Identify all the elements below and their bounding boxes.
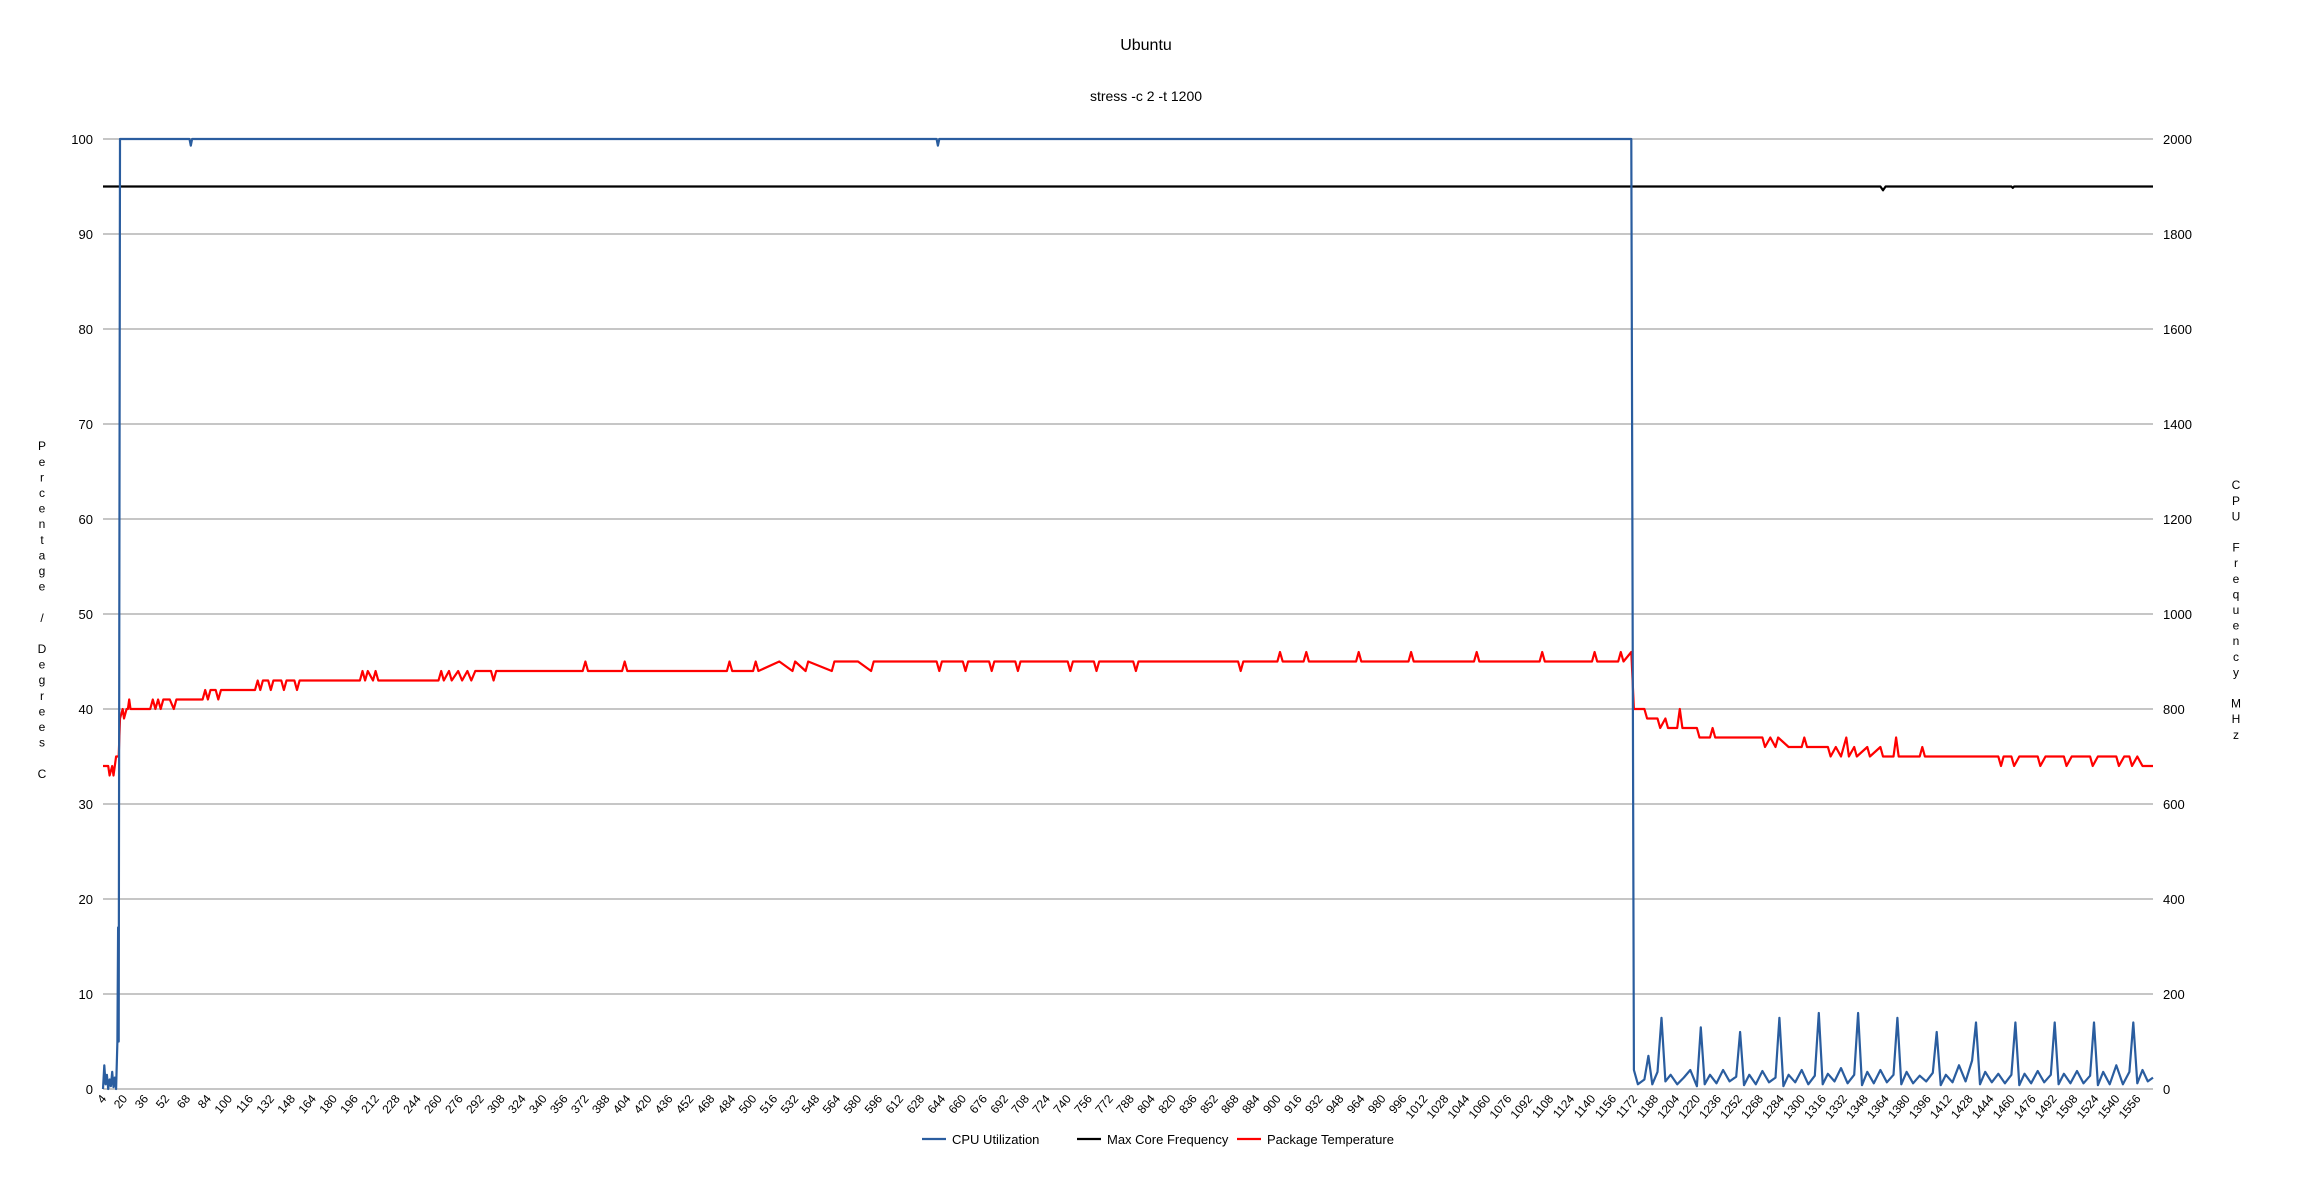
left-axis-label-char: g <box>39 673 46 687</box>
chart-subtitle: stress -c 2 -t 1200 <box>1090 88 1202 104</box>
left-axis-label-char: s <box>39 736 45 750</box>
left-axis-label-char: D <box>38 642 47 656</box>
right-tick-label: 800 <box>2163 702 2185 717</box>
left-tick-label: 20 <box>79 892 93 907</box>
left-axis-label-char: a <box>39 548 46 562</box>
right-axis-label-char: H <box>2232 712 2241 726</box>
left-axis-label-char: e <box>39 455 46 469</box>
left-axis-label-char: r <box>40 689 44 703</box>
right-tick-label: 0 <box>2163 1082 2170 1097</box>
right-axis-label-char: y <box>2233 665 2239 679</box>
right-axis-label-char: q <box>2233 587 2240 601</box>
legend: CPU Utilization Max Core Frequency Package… <box>922 1132 1394 1147</box>
right-tick-label: 1200 <box>2163 512 2192 527</box>
left-axis-label-char: P <box>38 439 46 453</box>
left-tick-label: 70 <box>79 417 93 432</box>
chart: Ubuntu stress -c 2 -t 1200 0 10 20 30 40 50 60… <box>0 0 2299 1179</box>
left-tick-label: 40 <box>79 702 93 717</box>
right-axis-label-char: e <box>2233 572 2240 586</box>
left-tick-label: 60 <box>79 512 93 527</box>
right-axis-label-char: z <box>2233 728 2239 742</box>
left-tick-label: 50 <box>79 607 93 622</box>
left-tick-label: 0 <box>86 1082 93 1097</box>
right-tick-label: 1600 <box>2163 322 2192 337</box>
right-axis-label-char: u <box>2233 603 2240 617</box>
right-tick-label: 400 <box>2163 892 2185 907</box>
left-tick-label: 100 <box>71 132 93 147</box>
left-tick-label: 90 <box>79 227 93 242</box>
right-axis-label-char: P <box>2232 494 2240 508</box>
left-axis-label-char: e <box>39 720 46 734</box>
legend-label: CPU Utilization <box>952 1132 1039 1147</box>
right-axis-label-char: U <box>2232 509 2241 523</box>
left-tick-label: 30 <box>79 797 93 812</box>
right-axis-label-char: F <box>2232 541 2239 555</box>
right-axis-label-char: e <box>2233 619 2240 633</box>
right-tick-label: 1000 <box>2163 607 2192 622</box>
left-axis-label-char: g <box>39 564 46 578</box>
left-axis-label-char: e <box>39 580 46 594</box>
left-axis-label-char: e <box>39 704 46 718</box>
chart-background <box>0 0 2299 1179</box>
legend-label: Package Temperature <box>1267 1132 1394 1147</box>
left-axis-label-char: C <box>38 767 47 781</box>
left-axis-label-char: n <box>39 517 46 531</box>
right-axis-label-char: M <box>2231 697 2241 711</box>
left-axis-label-char: r <box>40 470 44 484</box>
right-tick-label: 2000 <box>2163 132 2192 147</box>
left-axis-label-char: c <box>39 486 45 500</box>
right-tick-label: 200 <box>2163 987 2185 1002</box>
left-tick-label: 80 <box>79 322 93 337</box>
left-tick-label: 10 <box>79 987 93 1002</box>
right-axis-label-char: n <box>2233 634 2240 648</box>
right-axis-label-char: c <box>2233 650 2239 664</box>
left-axis-label-char: e <box>39 658 46 672</box>
right-axis-label-char: C <box>2232 478 2241 492</box>
right-axis-label-char: r <box>2234 556 2238 570</box>
right-tick-label: 1400 <box>2163 417 2192 432</box>
legend-label: Max Core Frequency <box>1107 1132 1229 1147</box>
left-axis-label-char: e <box>39 502 46 516</box>
chart-title: Ubuntu <box>1120 37 1172 54</box>
right-tick-label: 600 <box>2163 797 2185 812</box>
right-tick-label: 1800 <box>2163 227 2192 242</box>
